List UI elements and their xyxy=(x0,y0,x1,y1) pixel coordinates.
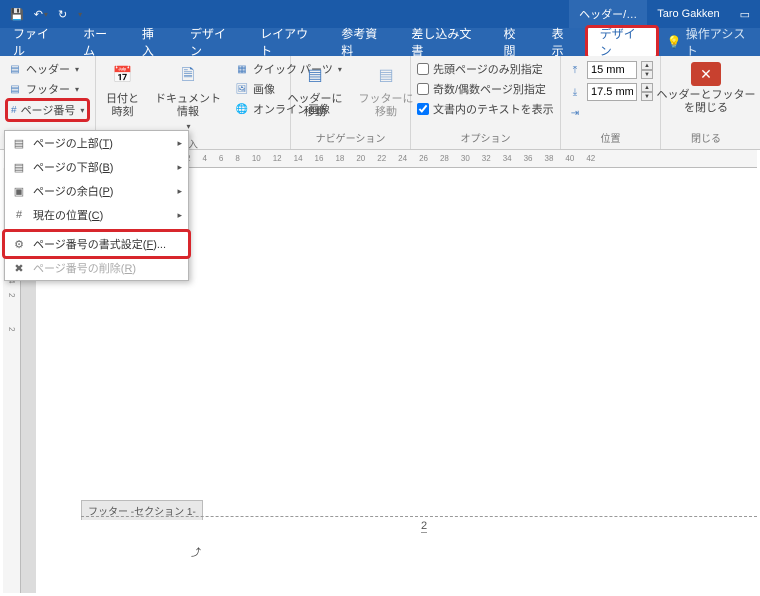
page-margin-icon: ▣ xyxy=(11,183,27,199)
page-bottom-icon: ▤ xyxy=(11,159,27,175)
submenu-arrow-icon: ▸ xyxy=(177,162,182,173)
show-doc-label: 文書内のテキストを表示 xyxy=(433,101,554,117)
format-icon: ⚙ xyxy=(11,236,27,252)
footer-from-bottom-input[interactable] xyxy=(587,83,637,101)
close-label: ヘッダーとフッター を閉じる xyxy=(657,89,756,115)
group-close: ✕ ヘッダーとフッター を閉じる 閉じる xyxy=(661,56,751,149)
footer-icon: ▤ xyxy=(8,82,22,96)
diff-first-checkbox[interactable]: 先頭ページのみ別指定 xyxy=(417,60,554,78)
header-from-top-input[interactable] xyxy=(587,61,637,79)
submenu-arrow-icon: ▸ xyxy=(177,186,182,197)
cursor-mark: ⤴ xyxy=(191,544,201,559)
tab-references[interactable]: 参考資料 xyxy=(328,28,398,56)
calendar-icon: 📅 xyxy=(109,62,137,90)
page-number-field[interactable]: 2 xyxy=(421,520,427,533)
header-label: ヘッダー xyxy=(26,61,70,77)
goto-header-label: ヘッダーに 移動 xyxy=(288,93,343,119)
header-button[interactable]: ▤ ヘッダー ▾ xyxy=(6,60,89,78)
tell-me[interactable]: 💡 操作アシスト xyxy=(657,28,760,56)
ribbon-tabs: ファイル ホーム 挿入 デザイン レイアウト 参考資料 差し込み文書 校閲 表示… xyxy=(0,28,760,56)
doc-info-button[interactable]: 🗎 ドキュメント 情報 ▾ xyxy=(151,60,225,134)
goto-header-icon: ▤ xyxy=(301,62,329,90)
diff-oddeven-checkbox[interactable]: 奇数/偶数ページ別指定 xyxy=(417,80,554,98)
footer-label: フッター xyxy=(26,81,70,97)
picture-label: 画像 xyxy=(253,81,275,97)
pos-top-icon: ⤒ xyxy=(567,62,583,78)
page-number-label: ページ番号 xyxy=(21,102,76,118)
date-time-label: 日付と 時刻 xyxy=(106,93,139,119)
goto-footer-label: フッターに 移動 xyxy=(359,93,414,119)
group-options-title: オプション xyxy=(417,128,554,149)
footer-button[interactable]: ▤ フッター ▾ xyxy=(6,80,89,98)
group-position-title: 位置 xyxy=(567,128,654,149)
redo-icon[interactable]: ↻ xyxy=(58,8,67,21)
header-icon: ▤ xyxy=(8,62,22,76)
user-name[interactable]: Taro Gakken xyxy=(647,8,729,20)
goto-header-button[interactable]: ▤ ヘッダーに 移動 xyxy=(284,60,347,121)
page-number-menu: ▤ ページの上部(T) ▸ ▤ ページの下部(B) ▸ ▣ ページの余白(P) … xyxy=(4,130,189,281)
diff-first-label: 先頭ページのみ別指定 xyxy=(433,61,543,77)
remove-icon: ✖ xyxy=(11,260,27,276)
quick-access-toolbar: 💾 ↶▾ ↻ ▾ xyxy=(0,8,82,21)
ribbon-options-icon[interactable]: ▭ xyxy=(730,8,760,21)
group-options: 先頭ページのみ別指定 奇数/偶数ページ別指定 文書内のテキストを表示 オプション xyxy=(411,56,561,149)
quick-parts-icon: ▦ xyxy=(235,62,249,76)
align-tab-icon: ⇥ xyxy=(567,105,583,121)
tab-view[interactable]: 表示 xyxy=(539,28,587,56)
date-time-button[interactable]: 📅 日付と 時刻 xyxy=(102,60,143,121)
undo-icon[interactable]: ↶▾ xyxy=(34,8,48,21)
title-bar: 💾 ↶▾ ↻ ▾ ヘッダー/… Taro Gakken ▭ xyxy=(0,0,760,28)
submenu-arrow-icon: ▸ xyxy=(177,138,182,149)
doc-info-label: ドキュメント 情報 xyxy=(155,93,221,119)
tab-review[interactable]: 校閲 xyxy=(491,28,539,56)
group-navigation-title: ナビゲーション xyxy=(297,128,404,149)
menu-current-position[interactable]: # 現在の位置(C) ▸ xyxy=(5,203,188,227)
tab-home[interactable]: ホーム xyxy=(70,28,129,56)
tab-context-design[interactable]: デザイン xyxy=(587,28,657,56)
diff-first-input[interactable] xyxy=(417,63,429,75)
doc-info-icon: 🗎 xyxy=(174,62,202,90)
tab-layout[interactable]: レイアウト xyxy=(247,28,328,56)
footer-from-bottom: ⤓ ▲▼ xyxy=(567,82,654,102)
page-top-icon: ▤ xyxy=(11,135,27,151)
bulb-icon: 💡 xyxy=(667,35,682,49)
tell-me-label: 操作アシスト xyxy=(686,25,750,59)
context-tab-label: ヘッダー/… xyxy=(569,0,647,28)
submenu-arrow-icon: ▸ xyxy=(177,210,182,221)
page-number-icon: # xyxy=(11,103,17,117)
show-doc-checkbox[interactable]: 文書内のテキストを表示 xyxy=(417,100,554,118)
qat-more-icon[interactable]: ▾ xyxy=(78,10,82,19)
menu-top-of-page[interactable]: ▤ ページの上部(T) ▸ xyxy=(5,131,188,155)
stepper[interactable]: ▲▼ xyxy=(641,83,653,101)
footer-section-label: フッター -セクション 1- xyxy=(81,500,203,520)
insert-align-tab-button[interactable]: ⇥ xyxy=(567,104,654,122)
close-header-footer-button[interactable]: ✕ ヘッダーとフッター を閉じる xyxy=(653,60,760,128)
save-icon[interactable]: 💾 xyxy=(10,8,24,21)
current-pos-icon: # xyxy=(11,207,27,223)
picture-icon: 🖼 xyxy=(235,82,249,96)
menu-remove-page-numbers[interactable]: ✖ ページ番号の削除(R) xyxy=(5,256,188,280)
diff-oddeven-label: 奇数/偶数ページ別指定 xyxy=(433,81,546,97)
menu-bottom-of-page[interactable]: ▤ ページの下部(B) ▸ xyxy=(5,155,188,179)
show-doc-input[interactable] xyxy=(417,103,429,115)
tab-design[interactable]: デザイン xyxy=(177,28,247,56)
stepper[interactable]: ▲▼ xyxy=(641,61,653,79)
tab-insert[interactable]: 挿入 xyxy=(129,28,177,56)
group-close-title: 閉じる xyxy=(667,128,745,149)
page-number-button[interactable]: # ページ番号 ▾ xyxy=(9,101,86,119)
close-icon: ✕ xyxy=(691,62,721,86)
pos-bottom-icon: ⤓ xyxy=(567,84,583,100)
group-position: ⤒ ▲▼ ⤓ ▲▼ ⇥ 位置 xyxy=(561,56,661,149)
diff-oddeven-input[interactable] xyxy=(417,83,429,95)
tab-file[interactable]: ファイル xyxy=(0,28,70,56)
online-picture-icon: 🌐 xyxy=(235,102,249,116)
page-break-line xyxy=(81,516,757,517)
group-navigation: ▤ ヘッダーに 移動 ▤ フッターに 移動 ナビゲーション xyxy=(291,56,411,149)
goto-footer-icon: ▤ xyxy=(372,62,400,90)
menu-page-margins[interactable]: ▣ ページの余白(P) ▸ xyxy=(5,179,188,203)
header-from-top: ⤒ ▲▼ xyxy=(567,60,654,80)
goto-footer-button[interactable]: ▤ フッターに 移動 xyxy=(355,60,418,121)
menu-format-page-numbers[interactable]: ⚙ ページ番号の書式設定(F)... xyxy=(5,232,188,256)
tab-mailings[interactable]: 差し込み文書 xyxy=(398,28,490,56)
